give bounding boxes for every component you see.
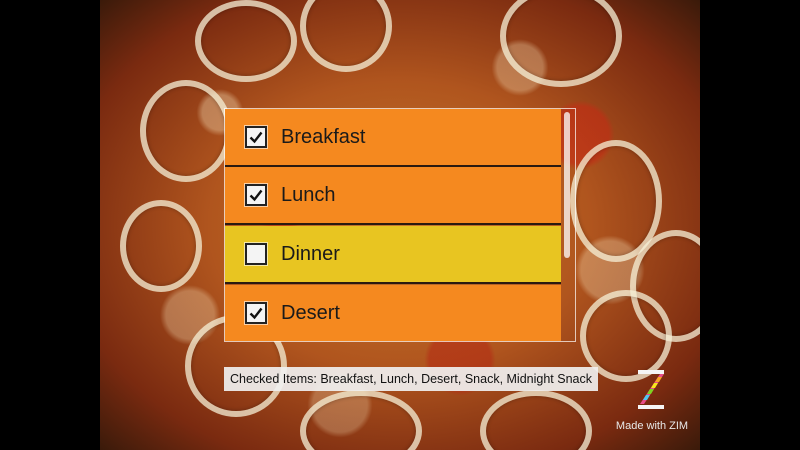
onion-ring: [300, 390, 422, 450]
list-item-label: Lunch: [281, 183, 336, 206]
list-item-dinner[interactable]: Dinner: [225, 226, 561, 284]
checkbox[interactable]: [245, 184, 267, 206]
list-item-desert[interactable]: Desert: [225, 285, 561, 341]
onion-ring: [120, 200, 202, 292]
checked-items-label: Checked Items: Breakfast, Lunch, Desert,…: [224, 367, 598, 391]
onion-ring: [300, 0, 392, 72]
checkbox[interactable]: [245, 302, 267, 324]
onion-ring: [500, 0, 622, 87]
checkmark-icon: [249, 307, 263, 320]
checkbox[interactable]: [245, 243, 267, 265]
checkbox-list[interactable]: Breakfast Lunch Dinner Desert: [224, 108, 576, 342]
checkbox[interactable]: [245, 126, 267, 148]
list-item-label: Dinner: [281, 242, 340, 265]
onion-ring: [140, 80, 232, 182]
list-item-label: Desert: [281, 301, 340, 324]
onion-ring: [480, 390, 592, 450]
list-item-label: Breakfast: [281, 125, 366, 148]
zim-logo-icon: [638, 370, 664, 409]
list-item-lunch[interactable]: Lunch: [225, 167, 561, 225]
onion-ring: [195, 0, 297, 82]
checkmark-icon: [249, 189, 263, 202]
made-with-zim-label: Made with ZIM: [615, 420, 689, 432]
list-scrollbar[interactable]: [564, 112, 570, 258]
list-item-breakfast[interactable]: Breakfast: [225, 109, 561, 167]
checkmark-icon: [249, 131, 263, 144]
